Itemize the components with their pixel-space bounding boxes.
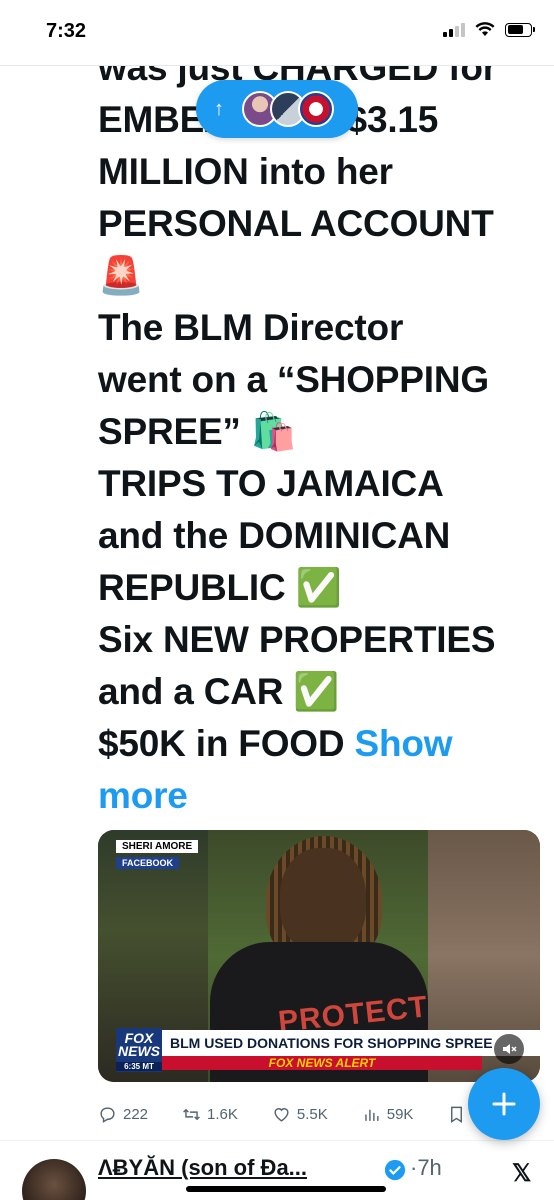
- repost-count: 1.6K: [207, 1105, 238, 1123]
- tweet-line: The BLM Director: [98, 307, 404, 348]
- new-posts-pill[interactable]: ↑: [196, 80, 358, 138]
- analytics-icon: [364, 1109, 379, 1121]
- tweet-line-last: $50K in FOOD Show more: [98, 718, 548, 822]
- tweet-line: $50K in FOOD: [98, 723, 345, 764]
- source-name: SHERI AMORE: [116, 840, 199, 853]
- compose-button[interactable]: [468, 1068, 540, 1140]
- wifi-icon: [475, 22, 495, 36]
- tweet-line: MILLION into her: [98, 151, 393, 192]
- status-bar: 7:32: [0, 0, 554, 66]
- tweet-line: 🚨: [98, 255, 144, 296]
- tweet-line: Six NEW PROPERTIES: [98, 619, 496, 660]
- person-face: [280, 848, 366, 952]
- tweet-line: TRIPS TO JAMAICA: [98, 463, 444, 504]
- tweet-line: SPREE” 🛍️: [98, 411, 297, 452]
- author-name[interactable]: ΛɃYĂN (son of Đa...: [98, 1155, 307, 1181]
- view-count: 59K: [386, 1105, 414, 1123]
- news-lower-third: FOX NEWS 6:35 MT BLM USED DONATIONS FOR …: [98, 1028, 540, 1072]
- plus-icon: [492, 1092, 516, 1116]
- bookmark-icon: [451, 1106, 463, 1123]
- news-headline: BLM USED DONATIONS FOR SHOPPING SPREE: [162, 1030, 540, 1056]
- mute-button[interactable]: [494, 1034, 524, 1064]
- reply-button[interactable]: 222: [98, 1105, 148, 1124]
- repost-button[interactable]: 1.6K: [182, 1105, 238, 1124]
- cellular-signal-icon: [443, 22, 465, 37]
- tweet-text: was just CHARGED for EMBEZZLING $3.15 MI…: [98, 42, 548, 822]
- video-media[interactable]: PROTECT SHERI AMORE FACEBOOK FOX NEWS 6:…: [98, 830, 540, 1082]
- bookmark-button[interactable]: [447, 1105, 466, 1124]
- like-button[interactable]: 5.5K: [272, 1105, 328, 1124]
- like-count: 5.5K: [296, 1105, 328, 1123]
- status-icons: [443, 22, 535, 37]
- tweet-line: and a CAR ✅: [98, 671, 340, 712]
- home-indicator[interactable]: [186, 1186, 386, 1192]
- tweet-line: went on a “SHOPPING: [98, 359, 489, 400]
- speaker-muted-icon: [503, 1044, 517, 1054]
- x-logo-icon: 𝕏: [512, 1160, 532, 1187]
- tweet-line: REPUBLIC ✅: [98, 567, 342, 608]
- battery-icon: [505, 22, 535, 37]
- avatar: [298, 91, 334, 127]
- source-site: FACEBOOK: [116, 857, 180, 869]
- repost-icon: [183, 1108, 200, 1120]
- verified-badge-icon: [384, 1159, 406, 1181]
- post-time: ·7h: [410, 1155, 442, 1180]
- up-arrow-icon: ↑: [214, 97, 224, 120]
- tweet-line: and the DOMINICAN: [98, 515, 451, 556]
- broadcast-time: 6:35 MT: [116, 1062, 162, 1071]
- reply-count: 222: [123, 1105, 149, 1123]
- tweet-actions: 222 1.6K 5.5K 59K: [98, 1100, 498, 1128]
- news-alert-banner: FOX NEWS ALERT: [162, 1056, 482, 1070]
- reply-icon: [100, 1106, 115, 1123]
- tweet-line: PERSONAL ACCOUNT: [98, 203, 494, 244]
- avatar[interactable]: [22, 1159, 86, 1200]
- source-tag: SHERI AMORE FACEBOOK: [116, 840, 199, 871]
- heart-icon: [274, 1107, 289, 1122]
- status-time: 7:32: [46, 20, 87, 42]
- views-button[interactable]: 59K: [362, 1105, 414, 1124]
